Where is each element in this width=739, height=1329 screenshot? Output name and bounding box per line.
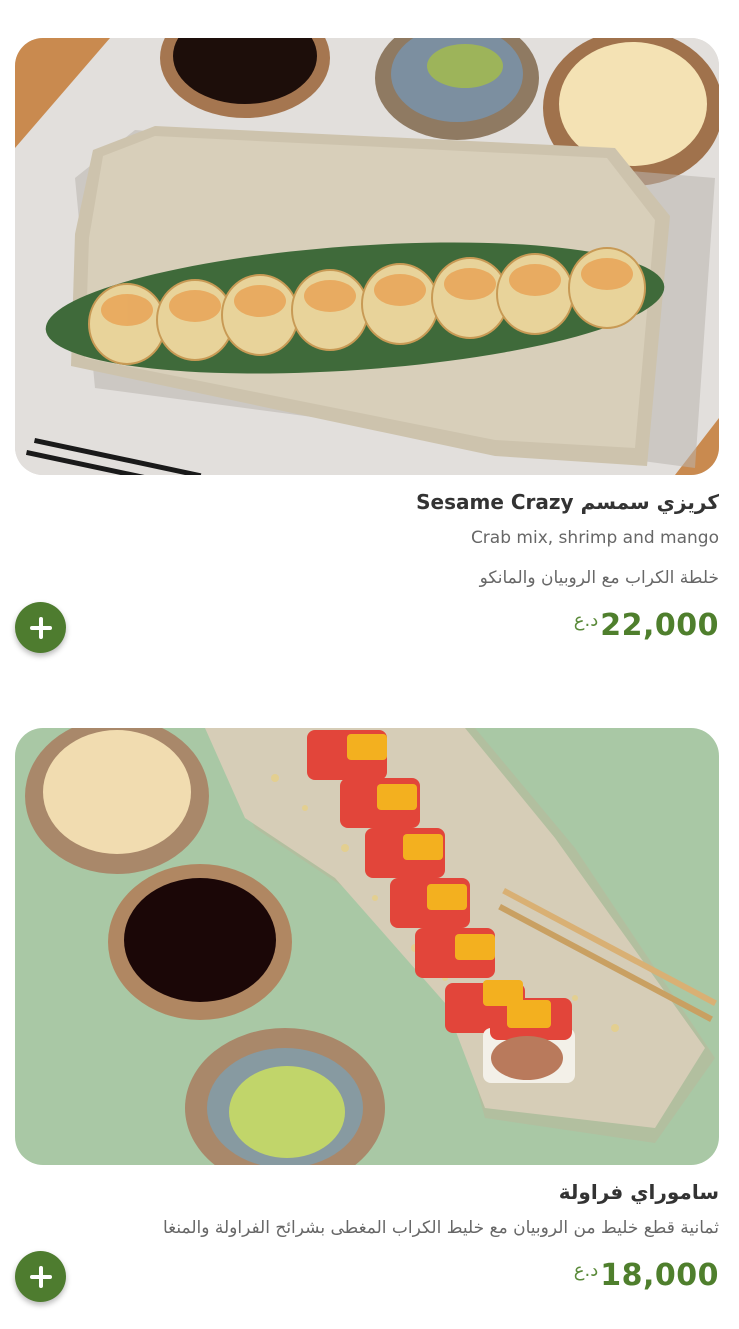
menu-list: Sesame Crazy كريزي سمسم Crab mix, shrimp… [0, 0, 739, 1329]
price-row: د.ع 18,000 [574, 1258, 719, 1293]
price-value: 18,000 [600, 1258, 719, 1293]
menu-item-card[interactable]: ساموراي فراولة ثمانية قطع خليط من الروبي… [15, 728, 719, 1302]
item-photo[interactable] [15, 728, 719, 1165]
currency-label: د.ع [573, 1260, 599, 1281]
sushi-roll-photo [15, 728, 719, 1165]
currency-label: د.ع [573, 610, 599, 631]
item-title: Sesame Crazy كريزي سمسم [416, 490, 719, 514]
plus-icon [29, 1265, 52, 1288]
item-photo[interactable] [15, 38, 719, 475]
add-to-cart-button[interactable] [15, 1251, 66, 1302]
plus-icon [29, 616, 52, 639]
menu-item-card[interactable]: Sesame Crazy كريزي سمسم Crab mix, shrimp… [15, 38, 719, 653]
item-title: ساموراي فراولة [558, 1180, 719, 1204]
item-description-en: Crab mix, shrimp and mango [470, 528, 719, 548]
price-value: 22,000 [600, 608, 719, 643]
sushi-roll-photo [15, 38, 719, 475]
price-row: د.ع 22,000 [574, 608, 719, 643]
add-to-cart-button[interactable] [15, 602, 66, 653]
item-description-ar: ثمانية قطع خليط من الروبيان مع خليط الكر… [162, 1218, 719, 1238]
item-description-ar: خلطة الكراب مع الروبيان والمانكو [479, 568, 719, 588]
